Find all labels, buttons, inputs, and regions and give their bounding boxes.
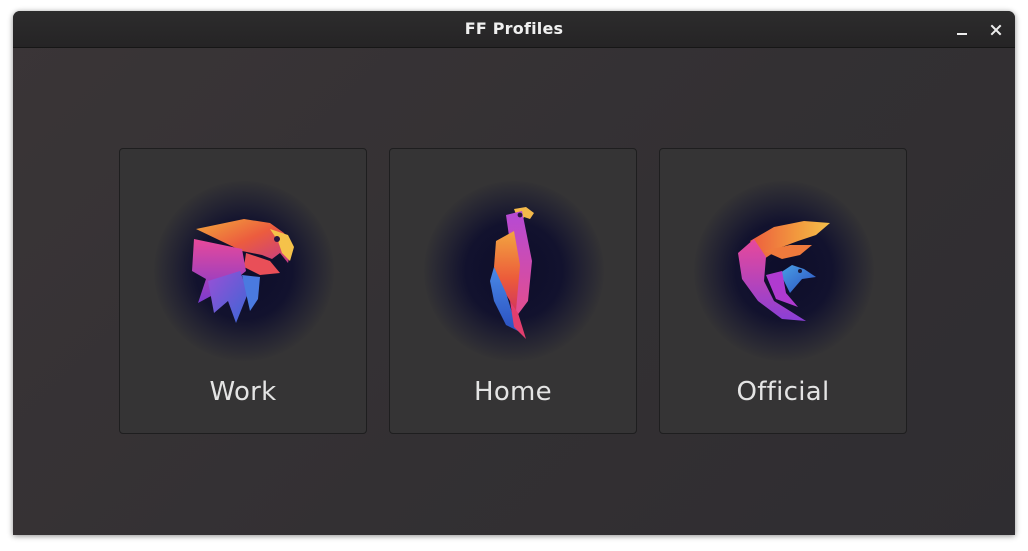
profile-card-work[interactable]: Work [119,148,367,434]
phoenix-wing-logo [738,221,830,321]
minimize-button[interactable] [951,19,973,41]
profile-card-official[interactable]: Official [659,148,907,434]
close-icon [990,24,1002,36]
parrot-logo [490,207,534,339]
window-title: FF Profiles [464,19,564,38]
eagle-head-logo [192,219,294,323]
profile-label: Official [736,377,830,407]
app-window: FF Profiles Work Home Official [13,11,1015,535]
minimize-icon [957,33,967,35]
profile-label: Work [209,377,277,407]
titlebar[interactable]: FF Profiles [13,11,1015,48]
profile-card-home[interactable]: Home [389,148,637,434]
profile-list: Work Home Official [13,48,1015,535]
profile-label: Home [474,377,552,407]
close-button[interactable] [985,19,1007,41]
